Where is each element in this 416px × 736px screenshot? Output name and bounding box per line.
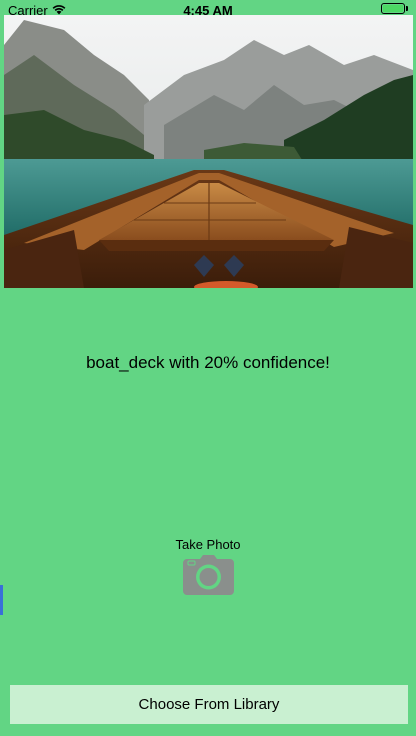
- classification-result: boat_deck with 20% confidence!: [86, 353, 330, 372]
- battery-level-fill: [383, 5, 403, 12]
- battery-icon: [381, 3, 405, 14]
- left-edge-artifact: [0, 585, 3, 615]
- choose-from-library-button[interactable]: Choose From Library: [10, 685, 408, 724]
- status-right: [381, 3, 408, 14]
- battery-tip: [406, 6, 408, 11]
- boat-deck-lake-photo: [4, 15, 413, 288]
- app-screen: Carrier 4:45 AM boat_deck with 20% confi…: [0, 0, 416, 736]
- camera-icon[interactable]: [183, 555, 234, 595]
- take-photo-label: Take Photo: [175, 537, 241, 552]
